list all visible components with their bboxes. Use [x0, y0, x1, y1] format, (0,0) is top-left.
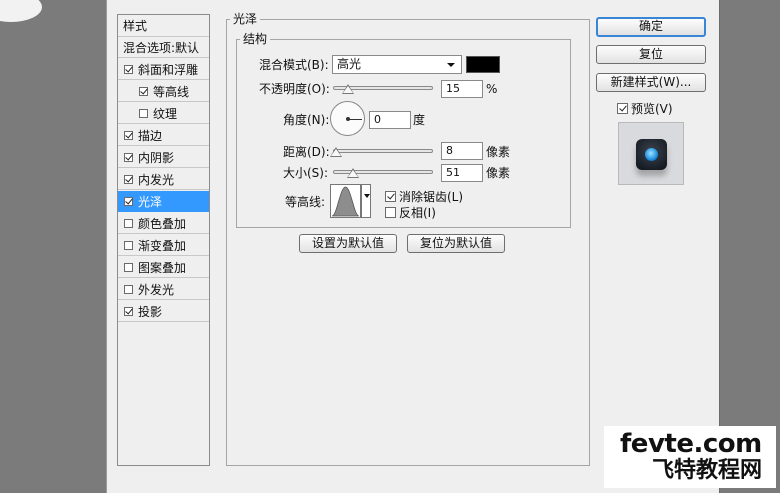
- style-item-satin[interactable]: 光泽: [118, 191, 209, 212]
- preview-label: 预览(V): [631, 102, 673, 116]
- preview-button-icon: [636, 139, 667, 170]
- angle-dial-center: [346, 117, 350, 121]
- antialias-checkbox[interactable]: [385, 191, 396, 202]
- blend-color-swatch[interactable]: [466, 56, 500, 73]
- watermark-line1: fevte.com: [620, 429, 762, 459]
- contour-dropdown-button[interactable]: [361, 184, 371, 218]
- structure-group-title: 结构: [240, 32, 271, 46]
- invert-label: 反相(I): [399, 206, 436, 220]
- style-item-label: 等高线: [153, 84, 190, 99]
- size-unit: 像素: [486, 166, 511, 180]
- distance-unit: 像素: [486, 145, 511, 159]
- style-item-checkbox[interactable]: [124, 64, 133, 74]
- style-item-label: 外发光: [138, 282, 175, 297]
- chevron-down-icon: [364, 194, 370, 198]
- contour-label: 等高线:: [285, 195, 326, 209]
- style-item-checkbox[interactable]: [124, 130, 133, 140]
- opacity-label: 不透明度(O):: [259, 82, 330, 96]
- contour-curve-icon: [331, 186, 360, 217]
- preview-blue-orb-icon: [645, 148, 658, 161]
- style-item-label: 内发光: [138, 172, 175, 187]
- style-item-checkbox[interactable]: [124, 152, 133, 162]
- style-item-label: 光泽: [138, 194, 163, 209]
- styles-header-label: 样式: [123, 19, 148, 33]
- style-item-checkbox[interactable]: [124, 262, 133, 272]
- styles-list-header[interactable]: 样式: [118, 15, 209, 37]
- style-item-label: 混合选项:默认: [123, 40, 200, 55]
- angle-label: 角度(N):: [283, 113, 330, 127]
- satin-group-title: 光泽: [230, 12, 261, 26]
- style-item-checkbox[interactable]: [124, 196, 133, 206]
- style-item-label: 图案叠加: [138, 260, 187, 275]
- opacity-unit: %: [486, 82, 498, 96]
- style-item-label: 斜面和浮雕: [138, 62, 199, 77]
- styles-list: 样式 混合选项:默认斜面和浮雕等高线纹理描边内阴影内发光光泽颜色叠加渐变叠加图案…: [117, 14, 210, 466]
- reset-to-default-button[interactable]: 复位为默认值: [407, 234, 505, 253]
- watermark-logo: fevte.com 飞特教程网: [604, 426, 776, 488]
- ok-button[interactable]: 确定: [596, 17, 706, 37]
- angle-input[interactable]: 0: [369, 111, 411, 129]
- distance-slider-thumb[interactable]: [330, 147, 342, 157]
- style-item-pattern-overlay[interactable]: 图案叠加: [118, 257, 209, 278]
- chevron-down-icon: [447, 63, 455, 67]
- style-item-gradient-overlay[interactable]: 渐变叠加: [118, 235, 209, 256]
- preview-checkbox[interactable]: [617, 103, 628, 114]
- reset-button[interactable]: 复位: [596, 45, 706, 64]
- style-item-label: 纹理: [153, 106, 178, 121]
- preview-option[interactable]: 预览(V): [617, 100, 673, 117]
- angle-unit: 度: [413, 113, 426, 127]
- invert-option[interactable]: 反相(I): [385, 204, 436, 221]
- style-item-checkbox[interactable]: [124, 240, 133, 250]
- style-item-contour[interactable]: 等高线: [118, 81, 209, 102]
- style-item-inner-shadow[interactable]: 内阴影: [118, 147, 209, 168]
- distance-slider-track[interactable]: [333, 149, 433, 153]
- size-slider-thumb[interactable]: [347, 168, 359, 178]
- style-item-stroke[interactable]: 描边: [118, 125, 209, 146]
- opacity-input[interactable]: 15: [441, 80, 483, 98]
- opacity-slider-thumb[interactable]: [342, 84, 354, 94]
- new-style-button[interactable]: 新建样式(W)...: [596, 73, 706, 92]
- distance-label: 距离(D):: [283, 145, 330, 159]
- style-item-drop-shadow[interactable]: 投影: [118, 301, 209, 322]
- antialias-label: 消除锯齿(L): [399, 190, 464, 204]
- blend-mode-value: 高光: [337, 57, 362, 71]
- style-item-blending-options[interactable]: 混合选项:默认: [118, 37, 209, 58]
- style-item-checkbox[interactable]: [124, 284, 133, 294]
- style-item-label: 渐变叠加: [138, 238, 187, 253]
- blend-mode-select[interactable]: 高光: [332, 55, 462, 74]
- distance-input[interactable]: 8: [441, 142, 483, 160]
- style-item-texture[interactable]: 纹理: [118, 103, 209, 124]
- style-preview-thumbnail: [618, 122, 684, 185]
- watermark-line2: 飞特教程网: [652, 458, 763, 483]
- style-item-label: 颜色叠加: [138, 216, 187, 231]
- antialias-option[interactable]: 消除锯齿(L): [385, 188, 463, 205]
- angle-dial[interactable]: [330, 101, 365, 136]
- style-item-checkbox[interactable]: [139, 86, 148, 96]
- contour-picker[interactable]: [330, 184, 361, 218]
- style-item-outer-glow[interactable]: 外发光: [118, 279, 209, 300]
- size-input[interactable]: 51: [441, 164, 483, 182]
- style-item-inner-glow[interactable]: 内发光: [118, 169, 209, 190]
- style-item-label: 内阴影: [138, 150, 175, 165]
- style-item-checkbox[interactable]: [124, 174, 133, 184]
- style-item-label: 描边: [138, 128, 163, 143]
- angle-dial-needle: [348, 119, 362, 120]
- style-item-label: 投影: [138, 304, 163, 319]
- make-default-button[interactable]: 设置为默认值: [299, 234, 397, 253]
- background-window-corner: [0, 0, 42, 22]
- blend-mode-label: 混合模式(B):: [259, 58, 329, 72]
- style-item-checkbox[interactable]: [139, 108, 148, 118]
- style-item-color-overlay[interactable]: 颜色叠加: [118, 213, 209, 234]
- invert-checkbox[interactable]: [385, 207, 396, 218]
- style-item-bevel-emboss[interactable]: 斜面和浮雕: [118, 59, 209, 80]
- size-label: 大小(S):: [283, 166, 329, 180]
- style-item-checkbox[interactable]: [124, 218, 133, 228]
- style-item-checkbox[interactable]: [124, 306, 133, 316]
